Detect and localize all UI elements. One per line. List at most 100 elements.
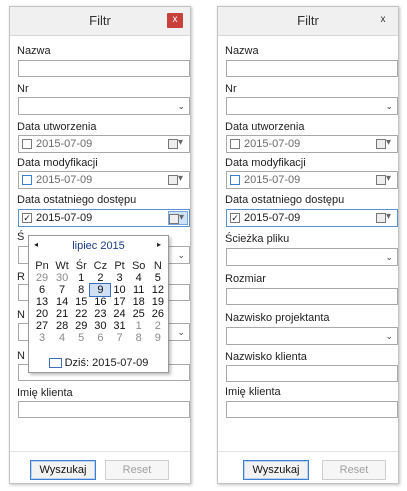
calendar-day[interactable]: 7 (52, 284, 72, 296)
calendar-day[interactable]: 11 (129, 284, 149, 296)
label-klient-nazwisko: Nazwisko klienta (225, 351, 307, 363)
calendar-day[interactable]: 1 (72, 272, 90, 284)
calendar-month-label[interactable]: lipiec 2015 (29, 240, 168, 252)
data-dostepu-picker[interactable]: ✓ 2015-07-09 ▾ (18, 209, 190, 227)
calendar-day[interactable]: 28 (52, 320, 72, 332)
weekday-header: Wt (55, 260, 69, 272)
data-dostepu-checkbox[interactable]: ✓ (230, 213, 240, 223)
calendar-day[interactable]: 27 (32, 320, 52, 332)
nr-select[interactable]: ⌄ (18, 97, 190, 115)
calendar-day[interactable]: 24 (110, 308, 128, 320)
calendar-day[interactable]: 5 (149, 272, 167, 284)
calendar-day[interactable]: 29 (72, 320, 90, 332)
nazwa-input[interactable] (226, 60, 398, 77)
data-utworzenia-value: 2015-07-09 (244, 138, 301, 150)
filter-dialog-right: Filtr x Nazwa Nr ⌄ Data utworzenia 2015-… (217, 6, 399, 484)
data-modyfikacji-picker[interactable]: 2015-07-09 ▾ (226, 171, 398, 189)
calendar-day[interactable]: 18 (129, 296, 149, 308)
calendar-day[interactable]: 17 (110, 296, 128, 308)
data-modyfikacji-picker[interactable]: 2015-07-09 ▾ (18, 171, 190, 189)
calendar-day[interactable]: 2 (149, 320, 167, 332)
search-button[interactable]: Wyszukaj (243, 460, 309, 480)
calendar-day[interactable]: 19 (149, 296, 167, 308)
calendar-day[interactable]: 5 (72, 332, 90, 344)
calendar-day[interactable]: 29 (32, 272, 52, 284)
calendar-dropdown-icon[interactable]: ▾ (168, 137, 188, 151)
data-utworzenia-picker[interactable]: 2015-07-09 ▾ (18, 135, 190, 153)
calendar-day[interactable]: 31 (110, 320, 128, 332)
data-utworzenia-checkbox[interactable] (22, 139, 32, 149)
calendar-day[interactable]: 16 (90, 296, 110, 308)
calendar-day[interactable]: 9 (149, 332, 167, 344)
data-dostepu-picker[interactable]: ✓ 2015-07-09 ▾ (226, 209, 398, 227)
label-nazwa: Nazwa (17, 45, 51, 57)
calendar-dropdown-icon[interactable]: ▾ (168, 211, 188, 225)
label-sciezka-partial: Ś (17, 231, 25, 243)
calendar-day[interactable]: 13 (32, 296, 52, 308)
chevron-down-icon: ⌄ (177, 101, 185, 111)
calendar-day[interactable]: 12 (149, 284, 167, 296)
data-utworzenia-picker[interactable]: 2015-07-09 ▾ (226, 135, 398, 153)
calendar-day[interactable]: 30 (52, 272, 72, 284)
calendar-today-link[interactable]: Dziś: 2015-07-09 (29, 357, 168, 369)
calendar-day[interactable]: 4 (129, 272, 149, 284)
calendar-day[interactable]: 22 (72, 308, 90, 320)
sciezka-select[interactable]: ⌄ (226, 248, 398, 266)
calendar-day[interactable]: 4 (52, 332, 72, 344)
weekday-header: Śr (75, 260, 87, 272)
footer-divider (10, 451, 190, 452)
calendar-dropdown-icon[interactable]: ▾ (168, 173, 188, 187)
data-modyfikacji-checkbox[interactable] (230, 175, 240, 185)
search-button[interactable]: Wyszukaj (30, 460, 96, 480)
data-dostepu-checkbox[interactable]: ✓ (22, 213, 32, 223)
calendar-day[interactable]: 6 (32, 284, 52, 296)
dialog-title: Filtr (89, 13, 111, 28)
footer-divider (218, 451, 398, 452)
data-modyfikacji-checkbox[interactable] (22, 175, 32, 185)
calendar-day[interactable]: 9 (89, 283, 112, 297)
calendar-day[interactable]: 25 (129, 308, 149, 320)
klient-nazwisko-input[interactable] (226, 365, 398, 382)
data-utworzenia-checkbox[interactable] (230, 139, 240, 149)
klient-imie-input[interactable] (226, 401, 398, 418)
calendar-day[interactable]: 2 (90, 272, 110, 284)
calendar-day[interactable]: 8 (72, 284, 90, 296)
calendar-day[interactable]: 23 (90, 308, 110, 320)
calendar-day[interactable]: 7 (110, 332, 128, 344)
calendar-dropdown-icon[interactable]: ▾ (376, 173, 396, 187)
calendar-day[interactable]: 14 (52, 296, 72, 308)
reset-button[interactable]: Reset (322, 460, 386, 480)
calendar-day[interactable]: 20 (32, 308, 52, 320)
calendar-day[interactable]: 8 (129, 332, 149, 344)
label-projektant-partial: N (17, 309, 25, 321)
reset-button[interactable]: Reset (105, 460, 169, 480)
calendar-day[interactable]: 1 (129, 320, 149, 332)
label-data-utworzenia: Data utworzenia (17, 121, 97, 133)
calendar-day[interactable]: 10 (110, 284, 128, 296)
chevron-down-icon: ⌄ (385, 331, 393, 341)
calendar-day[interactable]: 3 (110, 272, 128, 284)
nazwa-input[interactable] (18, 60, 190, 77)
close-icon[interactable]: x (375, 13, 391, 28)
next-month-icon[interactable]: ▸ (157, 240, 161, 249)
title-bar: Filtr x (218, 7, 398, 36)
calendar-day[interactable]: 15 (72, 296, 90, 308)
calendar-dropdown-icon[interactable]: ▾ (376, 137, 396, 151)
label-imie-klienta: Imię klienta (225, 386, 281, 398)
close-icon[interactable]: x (167, 13, 183, 28)
calendar-day[interactable]: 26 (149, 308, 167, 320)
calendar-day[interactable]: 30 (90, 320, 110, 332)
rozmiar-input[interactable] (226, 288, 398, 305)
calendar-day[interactable]: 21 (52, 308, 72, 320)
label-data-utworzenia: Data utworzenia (225, 121, 305, 133)
calendar-day[interactable]: 6 (90, 332, 110, 344)
label-rozmiar: Rozmiar (225, 273, 266, 285)
calendar-day[interactable]: 3 (32, 332, 52, 344)
nr-select[interactable]: ⌄ (226, 97, 398, 115)
calendar-grid: Pn Wt Śr Cz Pt So N 29 30 1 2 3 4 5 6 7 8 9 10 11 12 13 14 15 1… (32, 260, 167, 344)
klient-imie-input[interactable] (18, 401, 190, 418)
projektant-select[interactable]: ⌄ (226, 327, 398, 345)
calendar-dropdown-icon[interactable]: ▾ (376, 211, 396, 225)
weekday-header: Pn (35, 260, 49, 272)
label-projektant: Nazwisko projektanta (225, 312, 330, 324)
